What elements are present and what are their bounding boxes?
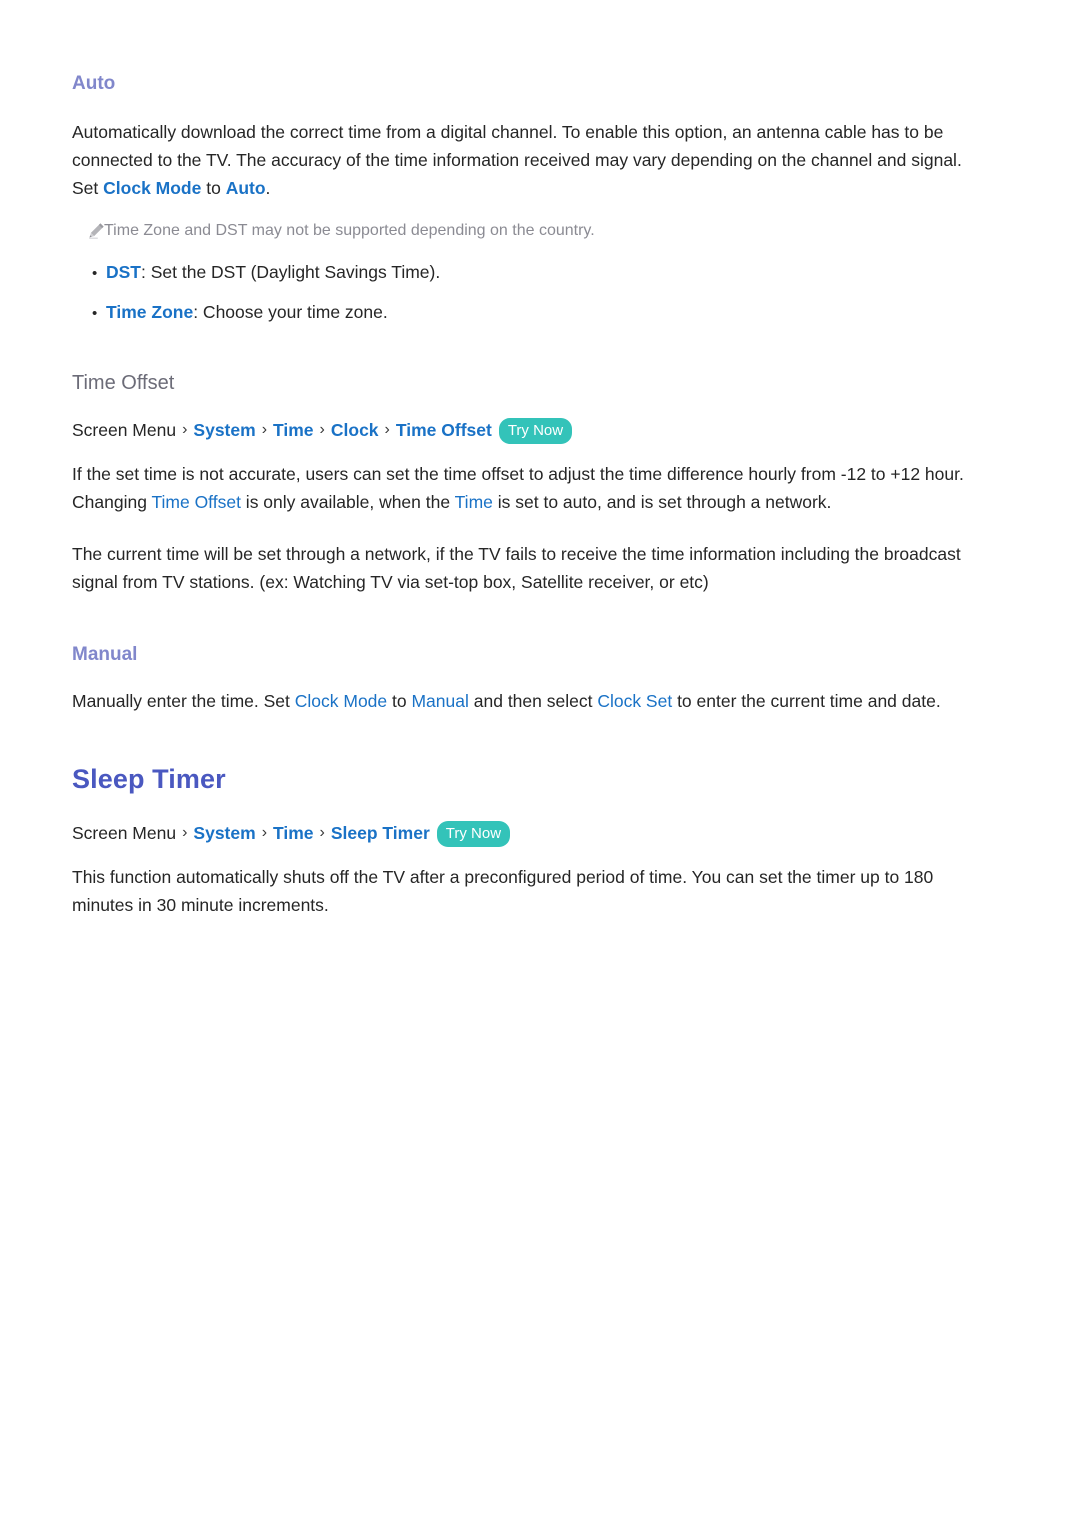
try-now-badge[interactable]: Try Now: [436, 821, 511, 848]
bullet-text-dst: DST: Set the DST (Daylight Savings Time)…: [106, 258, 440, 286]
to-p1-post: is set to auto, and is set through a net…: [492, 491, 832, 512]
paragraph-sleep-timer: This function automatically shuts off th…: [72, 867, 934, 916]
chevron-right-icon: ›: [261, 420, 268, 438]
heading-manual: Manual: [72, 643, 138, 665]
bullet-marker: •: [92, 264, 98, 282]
link-clock-mode[interactable]: Clock Mode: [103, 178, 201, 198]
breadcrumb-item-clock[interactable]: Clock: [331, 416, 379, 444]
paragraph-time-offset-1: If the set time is not accurate, users c…: [72, 460, 972, 516]
link-time-zone[interactable]: Time Zone: [106, 302, 193, 322]
breadcrumb-root: Screen Menu: [72, 823, 177, 844]
paragraph-auto-post: .: [265, 177, 271, 198]
bullet-time-zone-rest: : Choose your time zone.: [193, 301, 388, 322]
breadcrumb-item-time[interactable]: Time: [273, 819, 314, 847]
chevron-right-icon: ›: [319, 824, 325, 842]
link-dst[interactable]: DST: [106, 262, 141, 282]
chevron-right-icon: ›: [384, 420, 390, 438]
heading-time-offset: Time Offset: [72, 371, 175, 394]
list-item: • DST: Set the DST (Daylight Savings Tim…: [72, 258, 972, 288]
paragraph-auto-mid: to: [201, 177, 226, 198]
manual-mid1: to: [387, 691, 412, 712]
document-page: Auto Automatically download the correct …: [0, 0, 1080, 1527]
chevron-right-icon: ›: [182, 824, 188, 842]
try-now-badge[interactable]: Try Now: [498, 417, 573, 444]
to-p1-mid: is only available, when the: [240, 491, 455, 512]
note-auto-text: Time Zone and DST may not be supported d…: [104, 221, 595, 239]
link-clock-mode[interactable]: Clock Mode: [295, 691, 387, 711]
link-manual[interactable]: Manual: [411, 691, 468, 711]
manual-mid2: and then select: [468, 691, 598, 712]
manual-post: to enter the current time and date.: [672, 691, 941, 712]
breadcrumb-item-sleep-timer[interactable]: Sleep Timer: [331, 819, 430, 847]
manual-pre: Manually enter the time. Set: [72, 691, 295, 712]
link-time-offset[interactable]: Time Offset: [151, 492, 240, 512]
breadcrumb-time-offset: Screen Menu › System › Time › Clock › Ti…: [72, 416, 972, 444]
chevron-right-icon: ›: [261, 824, 268, 842]
breadcrumb-item-system[interactable]: System: [193, 416, 255, 444]
heading-sleep-timer: Sleep Timer: [72, 764, 226, 795]
chevron-right-icon: ›: [319, 420, 325, 438]
link-clock-set[interactable]: Clock Set: [597, 691, 672, 711]
paragraph-time-offset-2: The current time will be set through a n…: [72, 543, 961, 592]
paragraph-auto: Automatically download the correct time …: [72, 118, 972, 202]
paragraph-manual: Manually enter the time. Set Clock Mode …: [72, 687, 972, 715]
breadcrumb-item-time[interactable]: Time: [273, 416, 314, 444]
bullet-marker: •: [92, 304, 98, 322]
breadcrumb-sleep-timer: Screen Menu › System › Time › Sleep Time…: [72, 819, 972, 848]
breadcrumb-root: Screen Menu: [72, 419, 177, 440]
note-auto: Time Zone and DST may not be supported d…: [72, 219, 972, 244]
list-item: • Time Zone: Choose your time zone.: [72, 298, 972, 328]
bullet-text-time-zone: Time Zone: Choose your time zone.: [106, 298, 388, 326]
heading-auto: Auto: [72, 73, 116, 94]
pencil-icon: [72, 219, 104, 244]
document-content: Auto Automatically download the correct …: [72, 0, 972, 919]
top-spacer: [72, 0, 972, 72]
bullet-dst-rest: : Set the DST (Daylight Savings Time).: [141, 261, 441, 282]
breadcrumb-item-system[interactable]: System: [193, 819, 255, 847]
link-auto[interactable]: Auto: [226, 178, 266, 198]
link-time[interactable]: Time: [455, 492, 493, 512]
chevron-right-icon: ›: [182, 420, 188, 438]
breadcrumb-item-time-offset[interactable]: Time Offset: [396, 416, 492, 444]
